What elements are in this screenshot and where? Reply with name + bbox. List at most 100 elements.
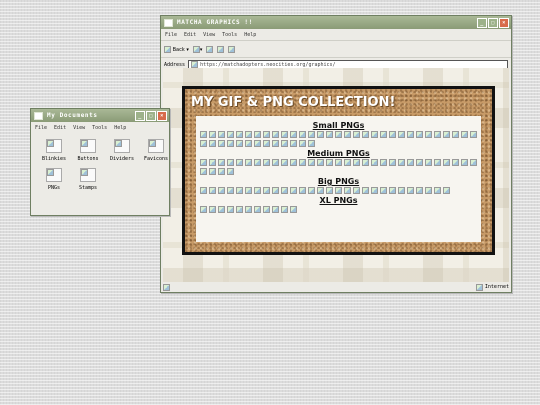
png-thumbnail[interactable]: [209, 159, 216, 166]
folder-favicons[interactable]: Favicons: [139, 139, 173, 162]
folder-dividers[interactable]: Dividers: [105, 139, 139, 162]
png-thumbnail[interactable]: [200, 131, 207, 138]
close-button[interactable]: ×: [499, 17, 509, 28]
png-thumbnail[interactable]: [290, 131, 297, 138]
png-thumbnail[interactable]: [200, 206, 207, 213]
explorer-menu-view[interactable]: View: [73, 125, 85, 131]
png-thumbnail[interactable]: [308, 131, 315, 138]
folder-pngs[interactable]: PNGs: [37, 168, 71, 191]
png-thumbnail[interactable]: [380, 131, 387, 138]
png-thumbnail[interactable]: [227, 206, 234, 213]
png-thumbnail[interactable]: [371, 131, 378, 138]
png-thumbnail[interactable]: [461, 159, 468, 166]
png-thumbnail[interactable]: [263, 131, 270, 138]
png-thumbnail[interactable]: [281, 187, 288, 194]
png-thumbnail[interactable]: [218, 131, 225, 138]
png-thumbnail[interactable]: [335, 131, 342, 138]
png-thumbnail[interactable]: [308, 140, 315, 147]
explorer-minimize-button[interactable]: _: [135, 110, 145, 121]
png-thumbnail[interactable]: [200, 168, 207, 175]
page-viewport[interactable]: MY GIF & PNG COLLECTION! Small PNGs Medi…: [163, 68, 509, 282]
png-thumbnail[interactable]: [398, 159, 405, 166]
png-thumbnail[interactable]: [335, 187, 342, 194]
png-thumbnail[interactable]: [209, 168, 216, 175]
png-thumbnail[interactable]: [218, 206, 225, 213]
png-thumbnail[interactable]: [380, 187, 387, 194]
png-thumbnail[interactable]: [443, 187, 450, 194]
png-thumbnail[interactable]: [434, 187, 441, 194]
png-thumbnail[interactable]: [452, 131, 459, 138]
png-thumbnail[interactable]: [245, 187, 252, 194]
png-thumbnail[interactable]: [209, 140, 216, 147]
png-thumbnail[interactable]: [263, 206, 270, 213]
png-thumbnail[interactable]: [245, 206, 252, 213]
png-thumbnail[interactable]: [272, 131, 279, 138]
explorer-maximize-button[interactable]: □: [146, 110, 156, 121]
maximize-button[interactable]: □: [488, 17, 498, 28]
png-thumbnail[interactable]: [236, 159, 243, 166]
folder-buttons[interactable]: Buttons: [71, 139, 105, 162]
png-thumbnail[interactable]: [236, 140, 243, 147]
png-thumbnail[interactable]: [236, 131, 243, 138]
png-thumbnail[interactable]: [236, 187, 243, 194]
png-thumbnail[interactable]: [245, 140, 252, 147]
png-thumbnail[interactable]: [236, 206, 243, 213]
png-thumbnail[interactable]: [470, 159, 477, 166]
png-thumbnail[interactable]: [263, 187, 270, 194]
png-thumbnail[interactable]: [209, 206, 216, 213]
png-thumbnail[interactable]: [209, 187, 216, 194]
png-thumbnail[interactable]: [326, 131, 333, 138]
png-thumbnail[interactable]: [407, 187, 414, 194]
png-thumbnail[interactable]: [218, 159, 225, 166]
search-icon[interactable]: [228, 45, 236, 53]
png-thumbnail[interactable]: [470, 131, 477, 138]
png-thumbnail[interactable]: [362, 159, 369, 166]
png-thumbnail[interactable]: [281, 206, 288, 213]
png-thumbnail[interactable]: [290, 159, 297, 166]
refresh-icon[interactable]: [206, 45, 214, 53]
menu-edit[interactable]: Edit: [184, 32, 196, 38]
png-thumbnail[interactable]: [200, 159, 207, 166]
png-thumbnail[interactable]: [254, 187, 261, 194]
png-thumbnail[interactable]: [380, 159, 387, 166]
png-thumbnail[interactable]: [299, 131, 306, 138]
png-thumbnail[interactable]: [389, 131, 396, 138]
png-thumbnail[interactable]: [218, 168, 225, 175]
menu-file[interactable]: File: [165, 32, 177, 38]
png-thumbnail[interactable]: [353, 187, 360, 194]
menu-help[interactable]: Help: [244, 32, 256, 38]
folder-blinkies[interactable]: Blinkies: [37, 139, 71, 162]
png-thumbnail[interactable]: [227, 131, 234, 138]
png-thumbnail[interactable]: [254, 159, 261, 166]
forward-button[interactable]: ▾: [192, 45, 202, 53]
png-thumbnail[interactable]: [317, 131, 324, 138]
png-thumbnail[interactable]: [326, 187, 333, 194]
png-thumbnail[interactable]: [353, 159, 360, 166]
png-thumbnail[interactable]: [398, 131, 405, 138]
browser-titlebar[interactable]: MATCHA GRAPHICS !! _ □ ×: [161, 16, 511, 29]
png-thumbnail[interactable]: [326, 159, 333, 166]
png-thumbnail[interactable]: [371, 159, 378, 166]
png-thumbnail[interactable]: [263, 140, 270, 147]
png-thumbnail[interactable]: [218, 140, 225, 147]
minimize-button[interactable]: _: [477, 17, 487, 28]
png-thumbnail[interactable]: [398, 187, 405, 194]
menu-tools[interactable]: Tools: [222, 32, 237, 38]
png-thumbnail[interactable]: [452, 159, 459, 166]
png-thumbnail[interactable]: [317, 187, 324, 194]
png-thumbnail[interactable]: [335, 159, 342, 166]
png-thumbnail[interactable]: [308, 187, 315, 194]
png-thumbnail[interactable]: [209, 131, 216, 138]
png-thumbnail[interactable]: [317, 159, 324, 166]
png-thumbnail[interactable]: [272, 140, 279, 147]
png-thumbnail[interactable]: [434, 159, 441, 166]
png-thumbnail[interactable]: [362, 187, 369, 194]
png-thumbnail[interactable]: [308, 159, 315, 166]
png-thumbnail[interactable]: [389, 187, 396, 194]
png-thumbnail[interactable]: [425, 187, 432, 194]
png-thumbnail[interactable]: [434, 131, 441, 138]
png-thumbnail[interactable]: [254, 140, 261, 147]
explorer-menu-file[interactable]: File: [35, 125, 47, 131]
png-thumbnail[interactable]: [461, 131, 468, 138]
png-thumbnail[interactable]: [227, 187, 234, 194]
